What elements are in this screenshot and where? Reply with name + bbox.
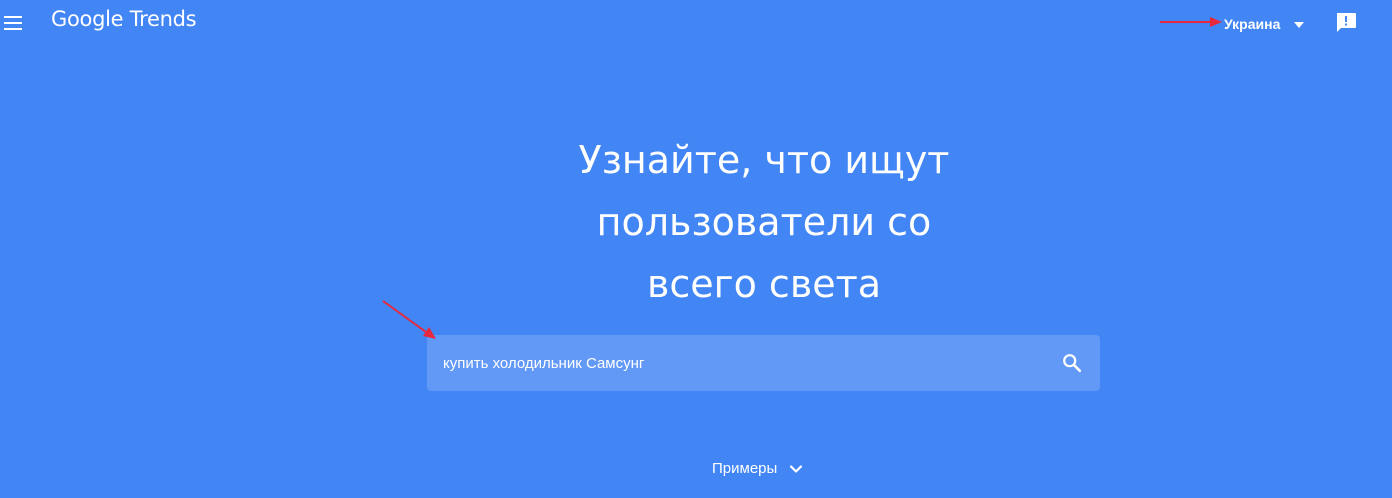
chevron-down-icon (790, 464, 803, 473)
annotation-arrow-search (382, 300, 436, 339)
hamburger-menu-icon-bar-top (4, 16, 22, 18)
main-menu-button[interactable] (0, 8, 26, 38)
hero-title-line-1: Узнайте, что ищут (578, 138, 950, 182)
feedback-icon (1337, 13, 1356, 32)
examples-label: Примеры (712, 460, 778, 477)
hero-title: Узнайте, что ищут пользователи со всего … (464, 129, 1064, 315)
dropdown-arrow-icon (1294, 22, 1305, 28)
search-input[interactable] (443, 335, 1043, 391)
google-trends-logo[interactable]: Google Trends (51, 7, 197, 31)
region-selector[interactable]: Украина (1224, 11, 1305, 37)
examples-toggle[interactable]: Примеры (712, 460, 803, 477)
hamburger-menu-icon-bar-bottom (4, 28, 22, 30)
hero-title-line-3: всего света (646, 262, 882, 306)
feedback-button[interactable] (1334, 11, 1358, 35)
search-icon[interactable] (1061, 352, 1083, 374)
trends-home-page: Google Trends Украина Узнайте, что ищут … (0, 0, 1392, 498)
hero-title-line-2: пользователи со (596, 200, 932, 244)
search-box (427, 335, 1100, 391)
region-label: Украина (1224, 16, 1281, 32)
hamburger-menu-icon-bar-middle (4, 22, 22, 24)
top-bar: Google Trends Украина (0, 0, 1392, 48)
